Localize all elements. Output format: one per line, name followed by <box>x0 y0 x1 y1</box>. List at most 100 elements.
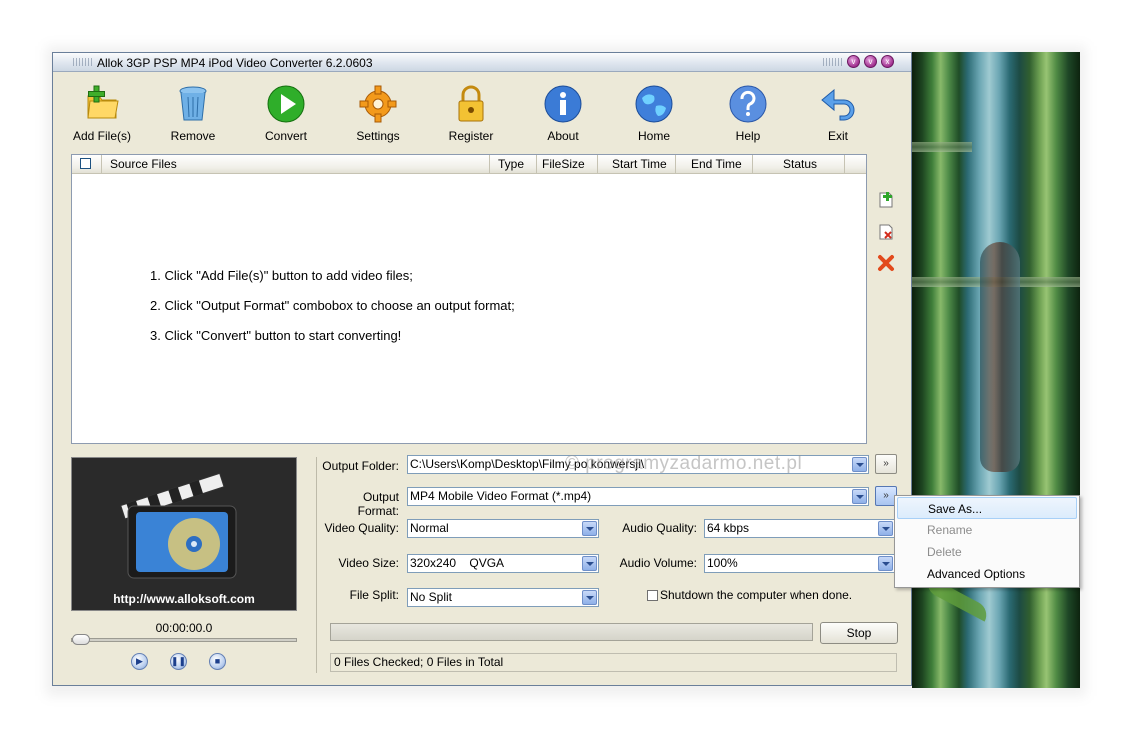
header-start-time[interactable]: Start Time <box>598 155 676 173</box>
header-type[interactable]: Type <box>490 155 537 173</box>
register-button[interactable]: Register <box>431 84 511 150</box>
progress-bar <box>330 623 813 641</box>
help-icon <box>729 85 767 123</box>
output-format-combobox[interactable]: MP4 Mobile Video Format (*.mp4) <box>407 487 869 506</box>
remove-button[interactable]: Remove <box>153 84 233 150</box>
home-button[interactable]: Home <box>614 84 694 150</box>
video-quality-combobox[interactable]: Normal <box>407 519 599 538</box>
exit-button[interactable]: Exit <box>798 84 878 150</box>
add-files-label: Add File(s) <box>72 129 131 143</box>
help-button[interactable]: Help <box>708 84 788 150</box>
file-split-label: File Split: <box>349 588 399 602</box>
shutdown-label[interactable]: Shutdown the computer when done. <box>660 588 852 602</box>
trash-icon <box>179 86 207 121</box>
menu-delete[interactable]: Delete <box>897 541 1077 563</box>
clear-list-icon[interactable] <box>877 254 895 272</box>
app-window: Allok 3GP PSP MP4 iPod Video Converter 6… <box>52 52 912 686</box>
header-filesize[interactable]: FileSize <box>537 155 598 173</box>
convert-button[interactable]: Convert <box>246 84 326 150</box>
video-size-dropdown-button[interactable] <box>582 556 597 571</box>
panel-divider <box>316 457 317 673</box>
menu-save-as[interactable]: Save As... <box>897 497 1077 519</box>
remove-file-side-icon[interactable] <box>877 223 895 241</box>
pause-icon: ❚❚ <box>171 656 187 666</box>
title-grip-left <box>73 58 93 66</box>
settings-button[interactable]: Settings <box>338 84 418 150</box>
bamboo-scar <box>980 242 1020 472</box>
file-split-dropdown-button[interactable] <box>582 590 597 605</box>
watermark: © programyzadarmo.net.pl <box>565 453 803 474</box>
home-label: Home <box>637 129 670 143</box>
pause-button[interactable]: ❚❚ <box>170 653 187 670</box>
info-icon <box>544 85 582 123</box>
menu-rename[interactable]: Rename <box>897 519 1077 541</box>
output-format-label: Output Format: <box>357 490 399 518</box>
stop-button[interactable]: Stop <box>820 622 898 644</box>
audio-quality-label: Audio Quality: <box>622 521 697 535</box>
audio-volume-dropdown-button[interactable] <box>878 556 893 571</box>
convert-label: Convert <box>264 129 308 143</box>
play-small-icon: ▶ <box>136 656 143 666</box>
exit-arrow-icon <box>821 88 855 121</box>
clapperboard-icon <box>120 472 237 579</box>
video-size-value: 320x240 QVGA <box>410 556 505 570</box>
select-all-checkbox[interactable] <box>80 158 91 169</box>
add-file-side-icon[interactable] <box>877 191 895 209</box>
audio-volume-combobox[interactable]: 100% <box>704 554 895 573</box>
about-button[interactable]: About <box>523 84 603 150</box>
settings-label: Settings <box>356 129 400 143</box>
stop-playback-button[interactable]: ■ <box>209 653 226 670</box>
gear-icon <box>359 85 397 123</box>
browse-folder-button[interactable]: » <box>875 454 897 474</box>
globe-icon <box>635 85 673 123</box>
desktop-wallpaper <box>912 52 1080 688</box>
close-button[interactable]: x <box>881 55 894 68</box>
header-end-time[interactable]: End Time <box>676 155 753 173</box>
status-bar: 0 Files Checked; 0 Files in Total <box>330 653 897 672</box>
minimize-button[interactable]: v <box>847 55 860 68</box>
output-folder-label: Output Folder: <box>322 459 399 473</box>
format-context-menu: Save As... Rename Delete Advanced Option… <box>894 495 1080 588</box>
remove-label: Remove <box>170 129 216 143</box>
toolbar: Add File(s) Remove Convert Settings Regi… <box>53 72 911 150</box>
file-list[interactable]: Source Files Type FileSize Start Time En… <box>71 154 867 444</box>
file-list-header: Source Files Type FileSize Start Time En… <box>72 155 866 174</box>
file-split-combobox[interactable]: No Split <box>407 588 599 607</box>
audio-volume-label: Audio Volume: <box>619 556 697 570</box>
video-quality-value: Normal <box>410 521 449 535</box>
menu-advanced-options[interactable]: Advanced Options <box>897 563 1077 585</box>
register-label: Register <box>448 129 494 143</box>
playback-time: 00:00:00.0 <box>155 621 213 635</box>
header-source-files[interactable]: Source Files <box>102 155 490 173</box>
help-label: Help <box>735 129 761 143</box>
video-quality-dropdown-button[interactable] <box>582 521 597 536</box>
exit-label: Exit <box>827 129 848 143</box>
maximize-button[interactable]: v <box>864 55 877 68</box>
title-bar[interactable]: Allok 3GP PSP MP4 iPod Video Converter 6… <box>53 53 911 72</box>
output-format-dropdown-button[interactable] <box>852 489 867 504</box>
seek-bar[interactable] <box>71 634 297 645</box>
title-grip-right <box>823 58 843 66</box>
audio-quality-value: 64 kbps <box>707 521 750 535</box>
add-files-icon <box>87 85 119 119</box>
audio-quality-dropdown-button[interactable] <box>878 521 893 536</box>
video-quality-label: Video Quality: <box>324 521 400 535</box>
instruction-3: 3. Click "Convert" button to start conve… <box>150 328 402 343</box>
header-check-column <box>72 155 102 173</box>
header-status[interactable]: Status <box>753 155 845 173</box>
lock-icon <box>458 85 484 122</box>
instruction-1: 1. Click "Add File(s)" button to add vid… <box>150 268 413 283</box>
preview-url: http://www.alloksoft.com <box>113 592 255 606</box>
play-button[interactable]: ▶ <box>131 653 148 670</box>
video-size-combobox[interactable]: 320x240 QVGA <box>407 554 599 573</box>
shutdown-checkbox[interactable] <box>647 590 658 601</box>
instruction-2: 2. Click "Output Format" combobox to cho… <box>150 298 515 313</box>
video-size-label: Video Size: <box>338 556 400 570</box>
file-split-value: No Split <box>410 590 453 604</box>
seek-handle[interactable] <box>72 634 90 645</box>
add-files-button[interactable]: Add File(s) <box>62 84 142 150</box>
audio-volume-value: 100% <box>707 556 738 570</box>
output-folder-dropdown-button[interactable] <box>852 457 867 472</box>
audio-quality-combobox[interactable]: 64 kbps <box>704 519 895 538</box>
output-format-value: MP4 Mobile Video Format (*.mp4) <box>410 489 592 503</box>
